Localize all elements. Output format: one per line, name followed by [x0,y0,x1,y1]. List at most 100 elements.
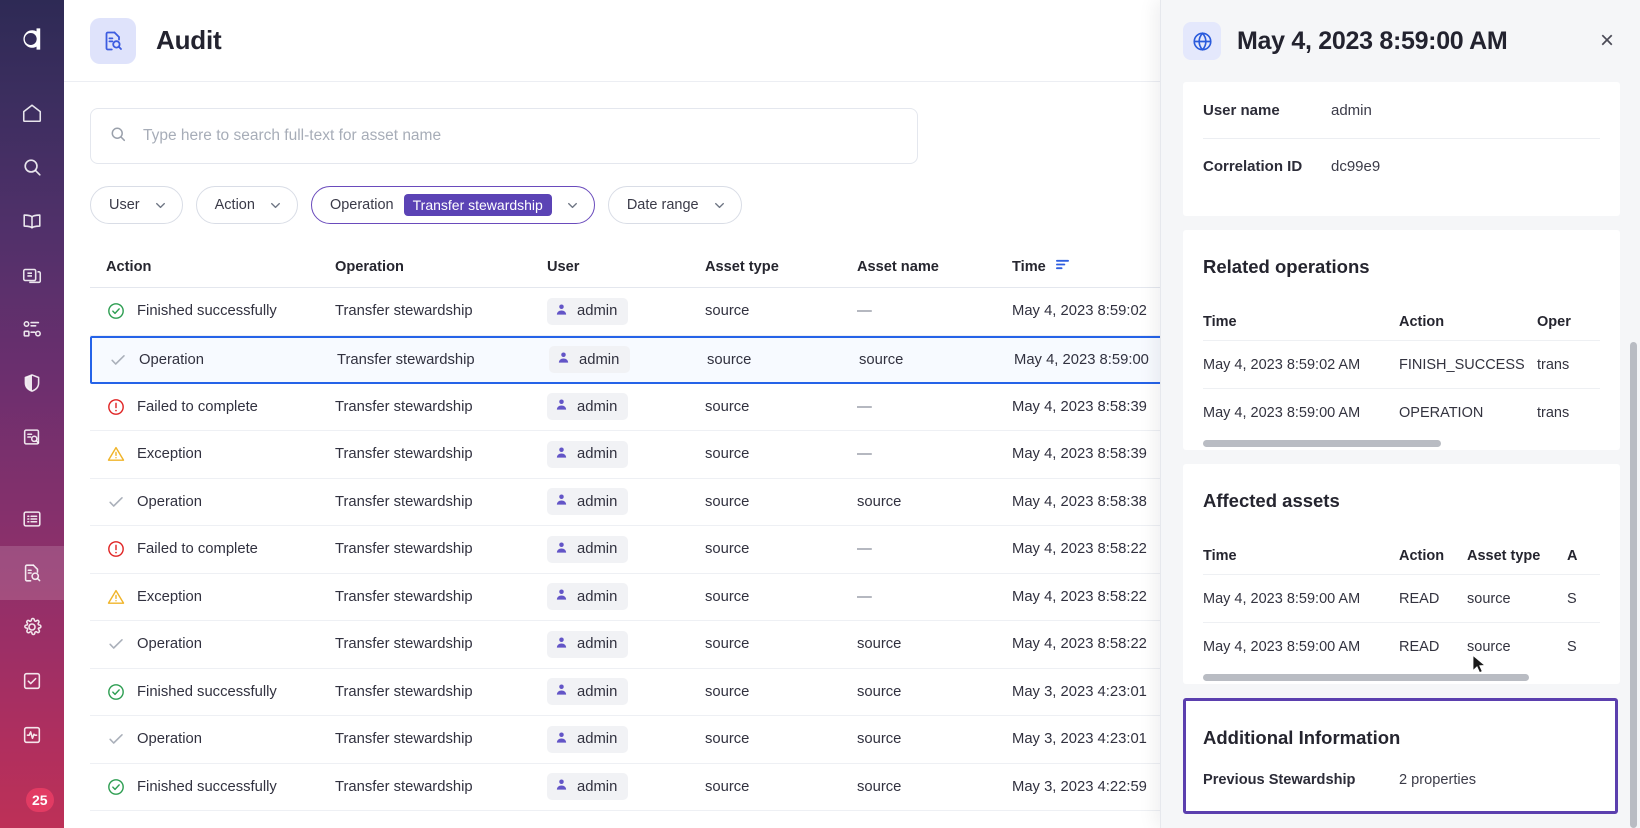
sidebar-item-collections[interactable] [0,248,64,302]
user-chip[interactable]: admin [547,726,628,753]
chevron-down-icon [154,199,167,212]
column-header-action[interactable]: Action [1399,548,1467,564]
column-header-operation[interactable]: Oper [1537,314,1640,330]
user-chip[interactable]: admin [547,393,628,420]
detail-panel-header: May 4, 2023 8:59:00 AM × [1161,0,1640,82]
user-chip[interactable]: admin [547,298,628,325]
cell-action-label: Exception [137,446,202,462]
table-row[interactable]: May 4, 2023 8:59:00 AM OPERATION trans [1203,388,1600,436]
cell-user: admin [547,536,705,563]
table-row[interactable]: Finished successfullyTransfer stewardshi… [90,764,1270,812]
column-header-asset-type[interactable]: Asset type [1467,548,1567,564]
cell-action: Operation [90,729,335,749]
user-chip[interactable]: admin [547,678,628,705]
table-row[interactable]: Failed to completeTransfer stewardshipad… [90,384,1270,432]
table-row[interactable]: May 4, 2023 8:59:00 AM READ source S [1203,622,1600,670]
cell-action-label: Operation [139,352,204,368]
sidebar-item-tasks[interactable] [0,654,64,708]
cell-time: May 4, 2023 8:59:00 AM [1203,591,1399,607]
sort-descending-icon[interactable] [1055,258,1070,275]
filter-action[interactable]: Action [196,186,298,224]
table-row[interactable]: May 4, 2023 8:59:02 AM FINISH_SUCCESS tr… [1203,340,1600,388]
sidebar-item-home[interactable] [0,86,64,140]
user-chip[interactable]: admin [549,346,630,373]
atlan-logo-icon[interactable] [15,22,49,56]
cell-operation: Transfer stewardship [335,399,547,415]
detail-value: admin [1331,102,1372,119]
user-name: admin [577,589,617,605]
filter-user[interactable]: User [90,186,183,224]
cell-user: admin [549,346,707,373]
table-row[interactable]: Finished successfullyTransfer stewardshi… [90,288,1270,336]
cell-user: admin [547,298,705,325]
cell-action: Failed to complete [90,397,335,417]
user-chip[interactable]: admin [547,583,628,610]
table-row[interactable]: OperationTransfer stewardshipadminsource… [90,336,1270,384]
related-operations-card: Related operations Time Action Oper May … [1183,230,1620,450]
sidebar-item-queries[interactable] [0,410,64,464]
search-bar[interactable] [90,108,918,164]
avatar-icon [554,777,569,796]
cell-asset-type: source [1467,591,1567,607]
status-warning-icon [106,587,126,607]
column-header-time[interactable]: Time [1203,548,1399,564]
column-header-time[interactable]: Time [1203,314,1399,330]
filter-operation-value: Transfer stewardship [404,194,552,216]
sidebar-item-search[interactable] [0,140,64,194]
search-input[interactable] [143,127,899,145]
filter-date-range[interactable]: Date range [608,186,742,224]
sidebar-item-workflows[interactable] [0,302,64,356]
sidebar-item-governance[interactable] [0,356,64,410]
column-header-operation[interactable]: Operation [335,259,547,275]
horizontal-scrollbar[interactable] [1203,436,1600,450]
app-root: 25 Audit User [0,0,1640,828]
column-header-action[interactable]: Action [1399,314,1537,330]
sidebar-item-notifications[interactable]: 25 [0,762,64,816]
cell-action-label: Exception [137,589,202,605]
sidebar-item-glossary[interactable] [0,194,64,248]
user-chip[interactable]: admin [547,536,628,563]
cell-asset-type: source [705,399,857,415]
cell-time: May 4, 2023 8:59:00 AM [1203,639,1399,655]
cell-operation: Transfer stewardship [335,589,547,605]
table-row[interactable]: OperationTransfer stewardshipadminsource… [90,716,1270,764]
table-row[interactable]: Failed to completeTransfer stewardshipad… [90,526,1270,574]
panel-vertical-scrollbar[interactable] [1630,342,1637,828]
affected-assets-card: Affected assets Time Action Asset type A… [1183,464,1620,684]
table-row[interactable]: May 4, 2023 8:59:00 AM READ source S [1203,574,1600,622]
detail-properties-card: User name admin Correlation ID dc99e9 [1183,82,1620,216]
sidebar-item-admin[interactable] [0,600,64,654]
cell-action-label: Finished successfully [137,684,277,700]
main-area: Audit User Action [64,0,1640,828]
table-row[interactable]: OperationTransfer stewardshipadminsource… [90,479,1270,527]
table-row[interactable]: OperationTransfer stewardshipadminsource… [90,621,1270,669]
horizontal-scrollbar[interactable] [1203,670,1600,684]
user-name: admin [577,303,617,319]
chevron-down-icon [713,199,726,212]
table-row[interactable]: ExceptionTransfer stewardshipadminsource… [90,574,1270,622]
detail-value: 2 properties [1399,772,1476,788]
close-icon[interactable]: × [1594,28,1620,54]
sidebar-item-audit[interactable] [0,546,64,600]
sidebar-item-requests[interactable] [0,492,64,546]
avatar-icon [554,445,569,464]
column-header-user[interactable]: User [547,259,705,275]
user-chip[interactable]: admin [547,773,628,800]
column-header-action[interactable]: Action [90,259,335,275]
column-header-time-label: Time [1012,259,1046,275]
cell-user: admin [547,726,705,753]
table-row[interactable]: Finished successfullyTransfer stewardshi… [90,669,1270,717]
filter-operation[interactable]: Operation Transfer stewardship [311,186,595,224]
user-chip[interactable]: admin [547,441,628,468]
user-chip[interactable]: admin [547,631,628,658]
column-header-asset-name[interactable]: Asset name [857,259,1012,275]
table-row[interactable]: ExceptionTransfer stewardshipadminsource… [90,431,1270,479]
sidebar-item-monitoring[interactable] [0,708,64,762]
user-name: admin [579,352,619,368]
status-neutral-icon [106,492,126,512]
user-chip[interactable]: admin [547,488,628,515]
column-header-asset-type[interactable]: Asset type [705,259,857,275]
related-operations-table: Time Action Oper May 4, 2023 8:59:02 AM … [1203,304,1600,436]
cell-asset-name: source [857,636,1012,652]
cell-asset-name: source [857,494,1012,510]
